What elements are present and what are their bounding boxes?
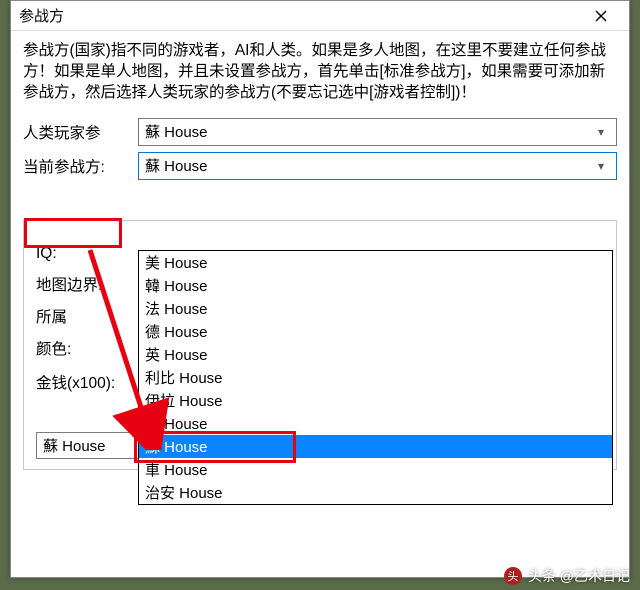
human-player-combo[interactable]: 蘇 House ▾: [138, 118, 617, 146]
map-edge-label: 地图边界:: [36, 273, 141, 295]
ally-value: 蘇 House: [43, 435, 106, 456]
watermark-icon: 头: [504, 567, 522, 585]
current-side-row: 当前参战方: 蘇 House ▾: [23, 152, 617, 180]
belong-label: 所属: [36, 305, 141, 327]
dropdown-option[interactable]: 英 House: [139, 343, 612, 366]
window-title: 参战方: [19, 5, 581, 26]
current-side-dropdown[interactable]: 美 House韓 House法 House德 House英 House利比 Ho…: [138, 250, 613, 505]
dropdown-option[interactable]: 蘇 House: [139, 435, 612, 458]
human-player-value: 蘇 House: [145, 121, 592, 142]
iq-label: IQ:: [36, 245, 141, 263]
watermark: 头 头条 @乙术日记: [504, 566, 630, 586]
dropdown-option[interactable]: 車 House: [139, 458, 612, 481]
dropdown-option[interactable]: 美 House: [139, 251, 612, 274]
dropdown-option[interactable]: 伊拉 House: [139, 389, 612, 412]
close-button[interactable]: [581, 2, 621, 30]
human-player-row: 人类玩家参 蘇 House ▾: [23, 118, 617, 146]
dropdown-option[interactable]: 利比 House: [139, 366, 612, 389]
dropdown-option[interactable]: 法 House: [139, 297, 612, 320]
chevron-down-icon: ▾: [592, 125, 610, 139]
chevron-down-icon: ▾: [592, 159, 610, 173]
description-text: 参战方(国家)指不同的游戏者，AI和人类。如果是多人地图，在这里不要建立任何参战…: [23, 41, 617, 104]
current-side-value: 蘇 House: [145, 155, 592, 176]
watermark-text: 头条 @乙术日记: [528, 566, 630, 586]
color-label: 颜色:: [36, 337, 141, 359]
human-player-label: 人类玩家参: [23, 121, 138, 143]
dropdown-option[interactable]: 德 House: [139, 320, 612, 343]
title-bar: 参战方: [11, 1, 629, 31]
dropdown-option[interactable]: 韓 House: [139, 274, 612, 297]
dropdown-option[interactable]: 治安 House: [139, 481, 612, 504]
current-side-combo[interactable]: 蘇 House ▾: [138, 152, 617, 180]
money-label: 金钱(x100):: [36, 371, 141, 393]
dropdown-option[interactable]: 中 House: [139, 412, 612, 435]
current-side-label: 当前参战方:: [23, 155, 138, 177]
close-icon: [595, 10, 607, 22]
